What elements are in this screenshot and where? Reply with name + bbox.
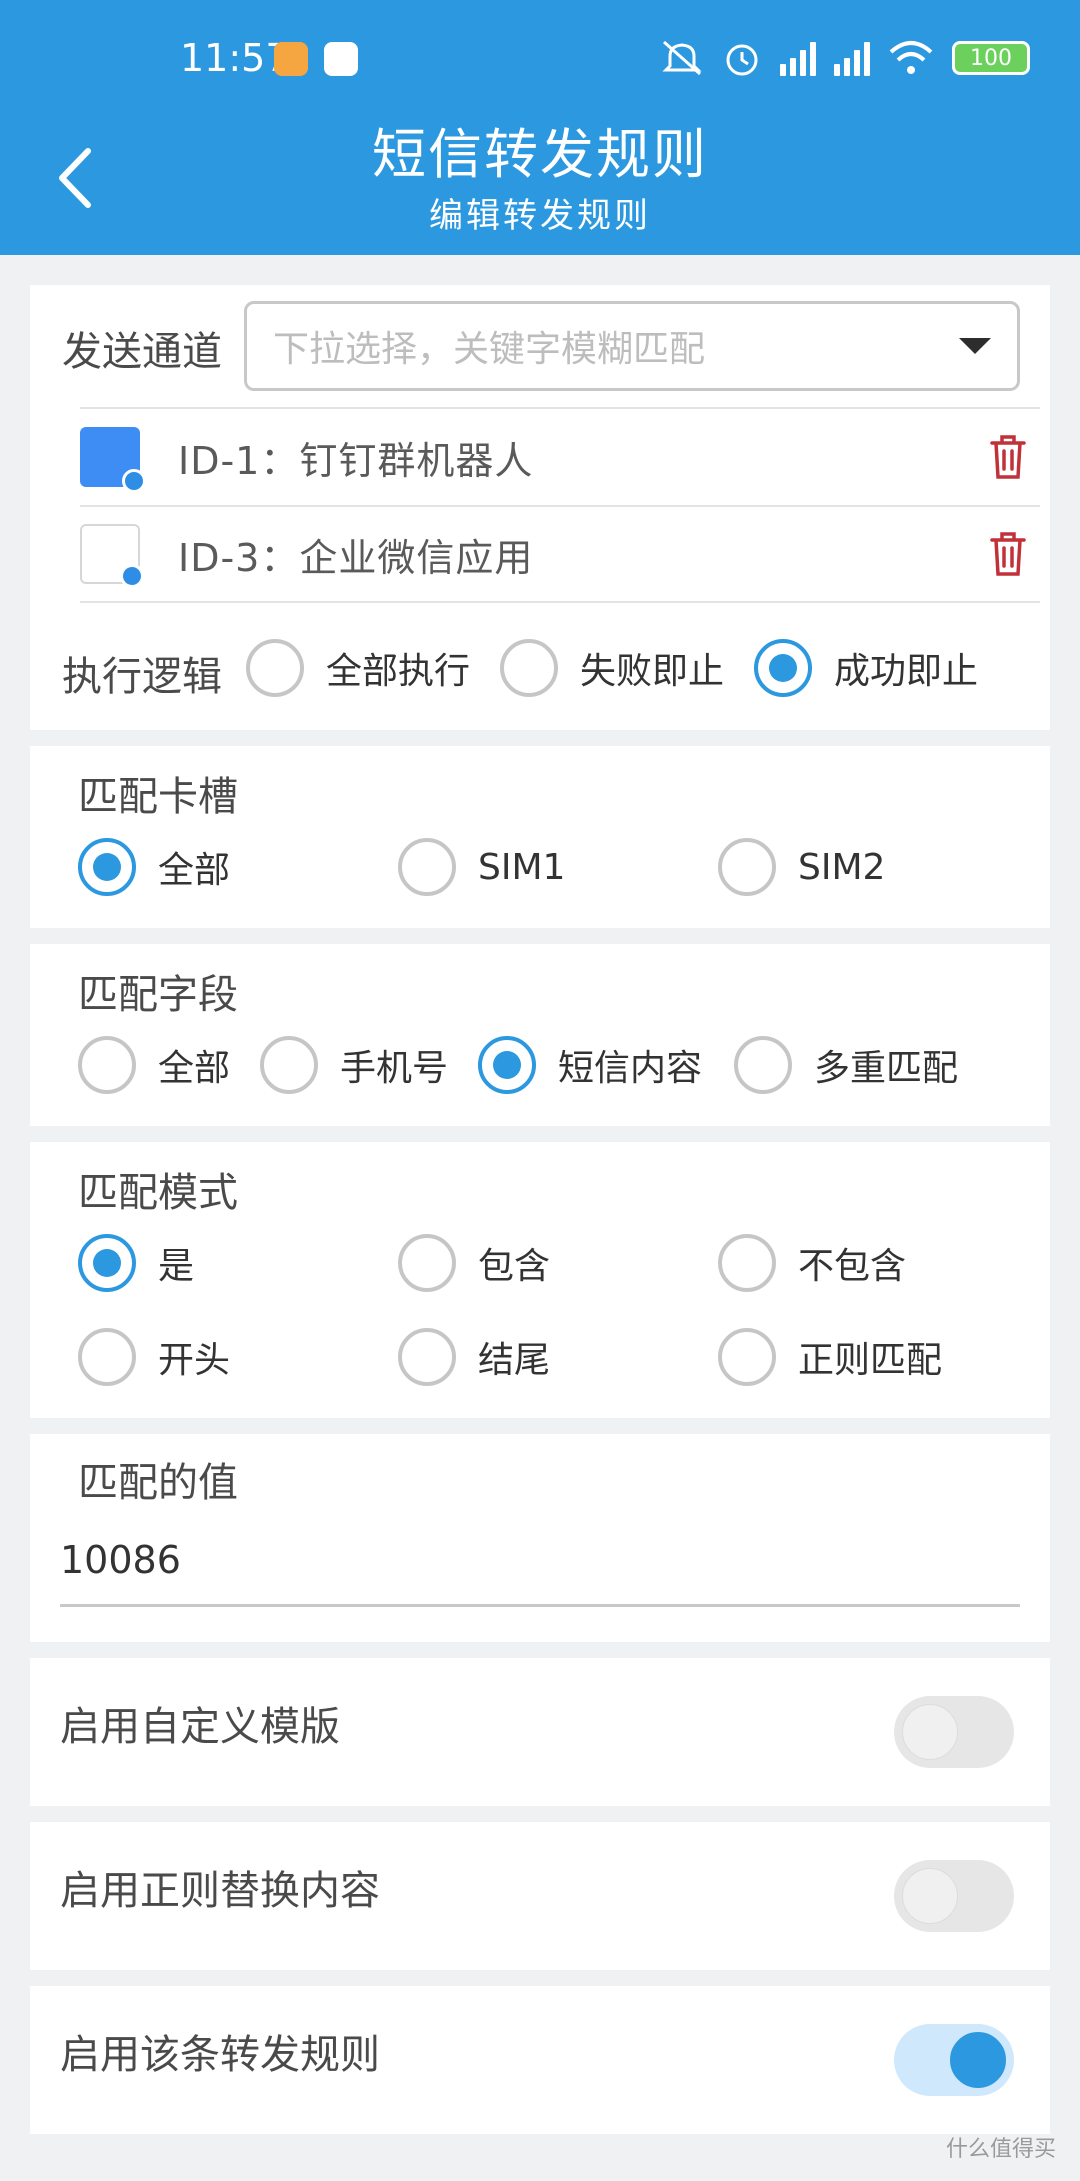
- toggle-knob: [902, 1704, 958, 1760]
- channel-label: 发送通道: [62, 329, 222, 375]
- radio-label: 结尾: [478, 1340, 551, 1381]
- radio-circle: [478, 1036, 536, 1094]
- radio-label: 手机号: [340, 1048, 449, 1089]
- channel-item: ID-3：企业微信应用: [80, 505, 1040, 603]
- radio-label: 包含: [478, 1246, 551, 1287]
- radio-label: 是: [158, 1246, 195, 1287]
- radio-circle: [734, 1036, 792, 1094]
- radio-mode-ends[interactable]: 结尾: [398, 1328, 550, 1386]
- radio-circle: [754, 639, 812, 697]
- notification-app-icon: [274, 42, 308, 76]
- radio-exec-all[interactable]: 全部执行: [246, 639, 470, 697]
- switch-enable-rule-row: 启用该条转发规则: [30, 1986, 1050, 2134]
- radio-circle: [246, 639, 304, 697]
- match-field-title: 匹配字段: [78, 972, 238, 1018]
- radio-label: 短信内容: [558, 1048, 703, 1089]
- signal-icon: [834, 40, 870, 76]
- status-icons: 100: [660, 38, 1030, 78]
- radio-circle: [718, 1234, 776, 1292]
- alarm-icon: [726, 44, 758, 76]
- match-value-label: 匹配的值: [78, 1460, 238, 1506]
- toggle-knob: [950, 2032, 1006, 2088]
- watermark: 什么值得买: [945, 2137, 1056, 2162]
- radio-circle: [398, 1328, 456, 1386]
- radio-mode-starts[interactable]: 开头: [78, 1328, 230, 1386]
- radio-field-all[interactable]: 全部: [78, 1036, 230, 1094]
- signal-icon: [780, 40, 816, 76]
- radio-field-content[interactable]: 短信内容: [478, 1036, 702, 1094]
- channel-select[interactable]: 下拉选择，关键字模糊匹配: [244, 301, 1020, 391]
- custom-template-toggle[interactable]: [894, 1696, 1014, 1768]
- radio-label: 多重匹配: [814, 1048, 959, 1089]
- radio-sim-all[interactable]: 全部: [78, 838, 230, 896]
- radio-label: 成功即止: [834, 651, 979, 692]
- radio-circle: [78, 838, 136, 896]
- radio-label: 不包含: [798, 1246, 907, 1287]
- wecom-icon: [80, 524, 144, 588]
- radio-circle: [398, 838, 456, 896]
- radio-label: 全部执行: [326, 651, 471, 692]
- radio-label: 全部: [158, 850, 231, 891]
- radio-label: 失败即止: [580, 651, 725, 692]
- caret-down-icon: [959, 338, 991, 354]
- switch-custom-template-row: 启用自定义模版: [30, 1658, 1050, 1806]
- radio-circle: [718, 838, 776, 896]
- radio-label: SIM2: [798, 846, 886, 888]
- battery-icon: 100: [952, 41, 1030, 75]
- regex-replace-toggle[interactable]: [894, 1860, 1014, 1932]
- radio-mode-regex[interactable]: 正则匹配: [718, 1328, 942, 1386]
- exec-logic-label: 执行逻辑: [62, 654, 222, 700]
- radio-field-multi[interactable]: 多重匹配: [734, 1036, 958, 1094]
- radio-circle: [78, 1234, 136, 1292]
- radio-circle: [78, 1036, 136, 1094]
- radio-circle: [398, 1234, 456, 1292]
- radio-exec-fail-stop[interactable]: 失败即止: [500, 639, 724, 697]
- match-mode-card: 匹配模式 是 包含 不包含 开头 结尾 正则匹配: [30, 1142, 1050, 1418]
- radio-mode-contains[interactable]: 包含: [398, 1234, 550, 1292]
- radio-circle: [78, 1328, 136, 1386]
- trash-icon[interactable]: [986, 433, 1030, 481]
- trash-icon[interactable]: [986, 530, 1030, 578]
- switch-regex-replace-row: 启用正则替换内容: [30, 1822, 1050, 1970]
- channel-card: 发送通道 下拉选择，关键字模糊匹配 ID-1：钉钉群机器人 ID-3：企业微信应…: [30, 285, 1050, 730]
- sim-slot-card: 匹配卡槽 全部 SIM1 SIM2: [30, 746, 1050, 928]
- radio-label: 全部: [158, 1048, 231, 1089]
- mute-icon: [662, 40, 702, 76]
- input-underline: [60, 1604, 1020, 1607]
- wifi-icon: [889, 41, 933, 74]
- switch-label: 启用该条转发规则: [60, 2032, 380, 2078]
- enable-rule-toggle[interactable]: [894, 2024, 1014, 2096]
- channel-select-placeholder: 下拉选择，关键字模糊匹配: [273, 329, 706, 370]
- sim-slot-title: 匹配卡槽: [78, 774, 238, 820]
- app-bar: 11:57 100 短信转发规则 编辑转发规则: [0, 0, 1080, 255]
- toggle-knob: [902, 1868, 958, 1924]
- match-value-input[interactable]: 10086: [60, 1538, 181, 1582]
- radio-label: 正则匹配: [798, 1340, 943, 1381]
- match-field-card: 匹配字段 全部 手机号 短信内容 多重匹配: [30, 944, 1050, 1126]
- channel-item-label: ID-1：钉钉群机器人: [178, 438, 534, 483]
- switch-label: 启用自定义模版: [60, 1704, 340, 1750]
- radio-mode-is[interactable]: 是: [78, 1234, 194, 1292]
- radio-exec-success-stop[interactable]: 成功即止: [754, 639, 978, 697]
- page-title: 短信转发规则: [372, 123, 708, 186]
- switch-label: 启用正则替换内容: [60, 1868, 380, 1914]
- radio-sim2[interactable]: SIM2: [718, 838, 885, 896]
- radio-circle: [718, 1328, 776, 1386]
- radio-circle: [260, 1036, 318, 1094]
- radio-mode-not-contains[interactable]: 不包含: [718, 1234, 906, 1292]
- match-value-card: 匹配的值 10086: [30, 1434, 1050, 1642]
- radio-sim1[interactable]: SIM1: [398, 838, 565, 896]
- page-subtitle: 编辑转发规则: [429, 196, 651, 236]
- dingtalk-icon: [80, 427, 146, 493]
- channel-item-label: ID-3：企业微信应用: [178, 535, 534, 580]
- radio-circle: [500, 639, 558, 697]
- radio-field-phone[interactable]: 手机号: [260, 1036, 448, 1094]
- channel-item: ID-1：钉钉群机器人: [80, 407, 1040, 505]
- radio-label: 开头: [158, 1340, 231, 1381]
- match-mode-title: 匹配模式: [78, 1170, 238, 1216]
- notification-app-icon: [324, 42, 358, 76]
- radio-label: SIM1: [478, 846, 566, 888]
